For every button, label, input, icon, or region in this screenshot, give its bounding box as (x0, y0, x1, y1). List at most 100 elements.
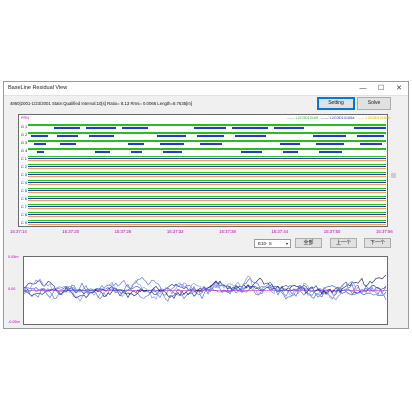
time-tick-label: 15:37:32 (166, 229, 184, 234)
legend-series-a: —— L2G3D10165 (287, 116, 319, 120)
time-tick-label: 15:37:56 (376, 229, 393, 234)
track-segment-blue (86, 127, 116, 129)
baseline-select-value: E10- S (258, 241, 272, 246)
satellite-label: C 6 (21, 197, 27, 201)
time-tick-label: 15:37:14 (10, 229, 27, 234)
track-line-green (28, 164, 386, 165)
track-segment-blue (157, 135, 186, 137)
track-segment-blue (357, 135, 384, 137)
residual-axis-mid-label: 0.00 (8, 287, 16, 291)
track-line-blue (28, 174, 386, 175)
track-segment-blue (128, 143, 144, 145)
satellite-label: G 4 (21, 149, 28, 153)
track-line-blue (28, 182, 386, 183)
track-line-orange (28, 184, 386, 185)
track-segment-blue (316, 143, 344, 145)
track-line-orange (28, 176, 386, 177)
track-line-green (28, 132, 386, 134)
satellite-label: C 9 (21, 221, 27, 225)
track-segment-blue (197, 135, 224, 137)
track-segment-blue (280, 143, 300, 145)
residual-plot (23, 256, 388, 325)
baseline-residual-window: BaseLine Residual View — ☐ ✕ 4860|2001-1… (3, 81, 409, 329)
maximize-icon[interactable]: ☐ (374, 83, 388, 94)
track-line-orange (28, 216, 386, 217)
track-segment-blue (131, 151, 142, 153)
track-segment-blue (232, 127, 268, 129)
track-line-green (28, 156, 386, 157)
satellite-label: C 7 (21, 205, 27, 209)
time-tick-label: 15:37:20 (62, 229, 80, 234)
track-line-orange (28, 168, 386, 169)
track-line-orange (28, 224, 386, 225)
track-line-green (28, 124, 386, 126)
satellite-row-g3: G 3 (21, 139, 386, 147)
track-segment-blue (194, 127, 226, 129)
track-line-green (28, 204, 386, 205)
prn-header: PRN (21, 116, 30, 120)
track-line-orange (28, 208, 386, 209)
setting-button[interactable]: Setting (317, 97, 355, 110)
track-line-blue (28, 222, 386, 223)
scrollbar-thumb[interactable] (391, 173, 396, 178)
residual-axis-top-label: 0.05m (8, 255, 19, 259)
track-segment-blue (160, 143, 184, 145)
time-tick-label: 15:37:38 (219, 229, 236, 234)
chevron-down-icon: ▾ (285, 241, 288, 246)
satellite-row-g1: G 1 (21, 123, 386, 131)
satellite-label: G 2 (21, 133, 28, 137)
track-segment-blue (89, 135, 114, 137)
track-segment-blue (319, 151, 342, 153)
solve-button[interactable]: Solve (357, 97, 391, 110)
baseline-info-text: 4860|2001-1/23/2001 State:Qualified Inte… (10, 101, 193, 106)
satellite-row-g4: G 4 (21, 147, 386, 155)
track-segment-blue (37, 151, 44, 153)
satellite-label: C 4 (21, 181, 27, 185)
legend-series-b: —— L2G3D10165a (321, 116, 355, 120)
all-button[interactable]: 全部 (295, 238, 322, 248)
time-tick-label: 15:37:44 (271, 229, 289, 234)
time-tick-label: 15:37:50 (323, 229, 341, 234)
close-icon[interactable]: ✕ (392, 83, 406, 94)
track-line-orange (28, 192, 386, 193)
track-line-orange (28, 160, 386, 161)
satellite-row-c1: C 1 (21, 155, 386, 163)
satellite-label: C 8 (21, 213, 27, 217)
window-title: BaseLine Residual View (8, 85, 68, 91)
track-segment-blue (274, 127, 304, 129)
baseline-select[interactable]: E10- S ▾ (254, 239, 291, 248)
track-segment-blue (360, 143, 382, 145)
satellite-row-c6: C 6 (21, 195, 386, 203)
track-line-blue (28, 158, 386, 159)
track-segment-blue (54, 127, 80, 129)
satellite-tracking-panel: PRN —— L2G3D10165 —— L2G3D10165a —— L2G3… (18, 114, 391, 227)
residual-series-line (23, 274, 387, 299)
residual-plot-canvas (23, 274, 387, 302)
track-line-green (28, 140, 386, 142)
track-segment-blue (34, 143, 46, 145)
satellite-label: C 1 (21, 157, 27, 161)
satellite-label: C 2 (21, 165, 27, 169)
title-bar: BaseLine Residual View — ☐ ✕ (4, 82, 408, 96)
satellite-row-c2: C 2 (21, 163, 386, 171)
track-segment-blue (60, 143, 76, 145)
residual-axis-bottom-label: -0.05m (8, 320, 20, 324)
track-segment-blue (241, 151, 262, 153)
legend-series-c: —— L2G3D10165b (357, 116, 391, 120)
track-line-orange (28, 200, 386, 201)
track-segment-blue (354, 127, 386, 129)
prev-button[interactable]: 上一个 (330, 238, 357, 248)
next-button[interactable]: 下一个 (364, 238, 391, 248)
satellite-row-g2: G 2 (21, 131, 386, 139)
track-segment-blue (57, 135, 78, 137)
minimize-icon[interactable]: — (356, 83, 370, 94)
track-segment-blue (163, 151, 182, 153)
track-line-blue (28, 206, 386, 207)
track-line-blue (28, 166, 386, 167)
vertical-scrollbar[interactable] (390, 114, 397, 227)
track-segment-blue (95, 151, 110, 153)
satellite-label: C 5 (21, 189, 27, 193)
track-segment-blue (235, 135, 266, 137)
track-segment-blue (200, 143, 222, 145)
track-line-green (28, 180, 386, 181)
